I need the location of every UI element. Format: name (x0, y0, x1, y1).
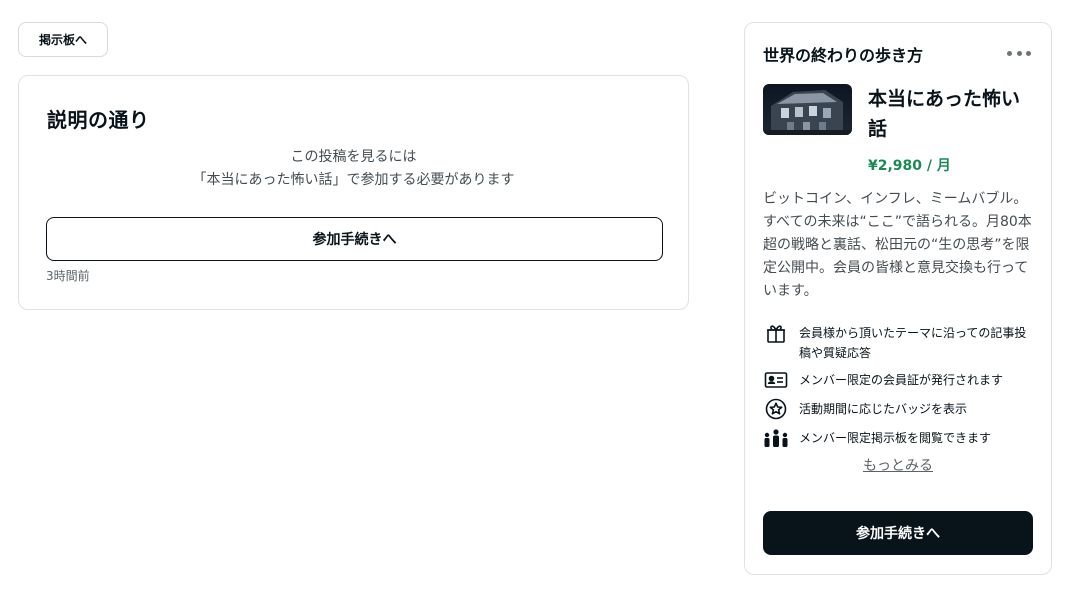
benefit-text: 会員様から頂いたテーマに沿っての記事投稿や質疑応答 (799, 326, 1027, 360)
benefit-text: メンバー限定の会員証が発行されます (799, 373, 1004, 387)
more-options-icon[interactable] (1007, 46, 1031, 60)
membership-join-button[interactable]: 参加手続きへ (763, 511, 1033, 555)
benefit-item: メンバー限定掲示板を閲覧できます (763, 426, 1038, 450)
locked-message-line-1: この投稿を見るには (290, 149, 417, 165)
locked-message: この投稿を見るには 「本当にあった怖い話」で参加する必要があります (19, 146, 688, 192)
member-card-icon (763, 368, 789, 392)
post-card: 説明の通り この投稿を見るには 「本当にあった怖い話」で参加する必要があります … (18, 75, 689, 310)
badge-star-icon (763, 397, 789, 421)
gift-icon (763, 321, 789, 345)
benefit-item: 会員様から頂いたテーマに沿っての記事投稿や質疑応答 (763, 321, 1038, 363)
people-icon (763, 426, 789, 450)
locked-message-line-2: 「本当にあった怖い話」で参加する必要があります (192, 172, 515, 188)
benefit-text: メンバー限定掲示板を閲覧できます (799, 431, 992, 445)
plan-description: ビットコイン、インフレ、ミームバブル。すべての未来は“ここ”で語られる。月80本… (763, 191, 1032, 299)
post-title: 説明の通り (47, 108, 150, 132)
benefit-item: 活動期間に応じたバッジを表示 (763, 397, 1038, 421)
benefits-list: 会員様から頂いたテーマに沿っての記事投稿や質疑応答 メンバー限定の会員証が発行さ… (763, 321, 1038, 455)
back-to-board-button[interactable]: 掲示板へ (18, 22, 108, 57)
membership-card: 世界の終わりの歩き方 本当にあった怖い話 ¥2,980 / 月 ビットコイン、イ… (744, 22, 1052, 575)
creator-name[interactable]: 世界の終わりの歩き方 (763, 42, 923, 66)
benefit-text: 活動期間に応じたバッジを表示 (799, 402, 968, 416)
benefit-item: メンバー限定の会員証が発行されます (763, 368, 1038, 392)
plan-name: 本当にあった怖い話 (868, 88, 1021, 140)
see-more-link[interactable]: もっとみる (745, 455, 1051, 475)
post-timestamp: 3時間前 (46, 269, 90, 283)
plan-price: ¥2,980 / 月 (868, 158, 951, 174)
plan-thumbnail (763, 84, 852, 135)
join-button[interactable]: 参加手続きへ (46, 217, 663, 261)
